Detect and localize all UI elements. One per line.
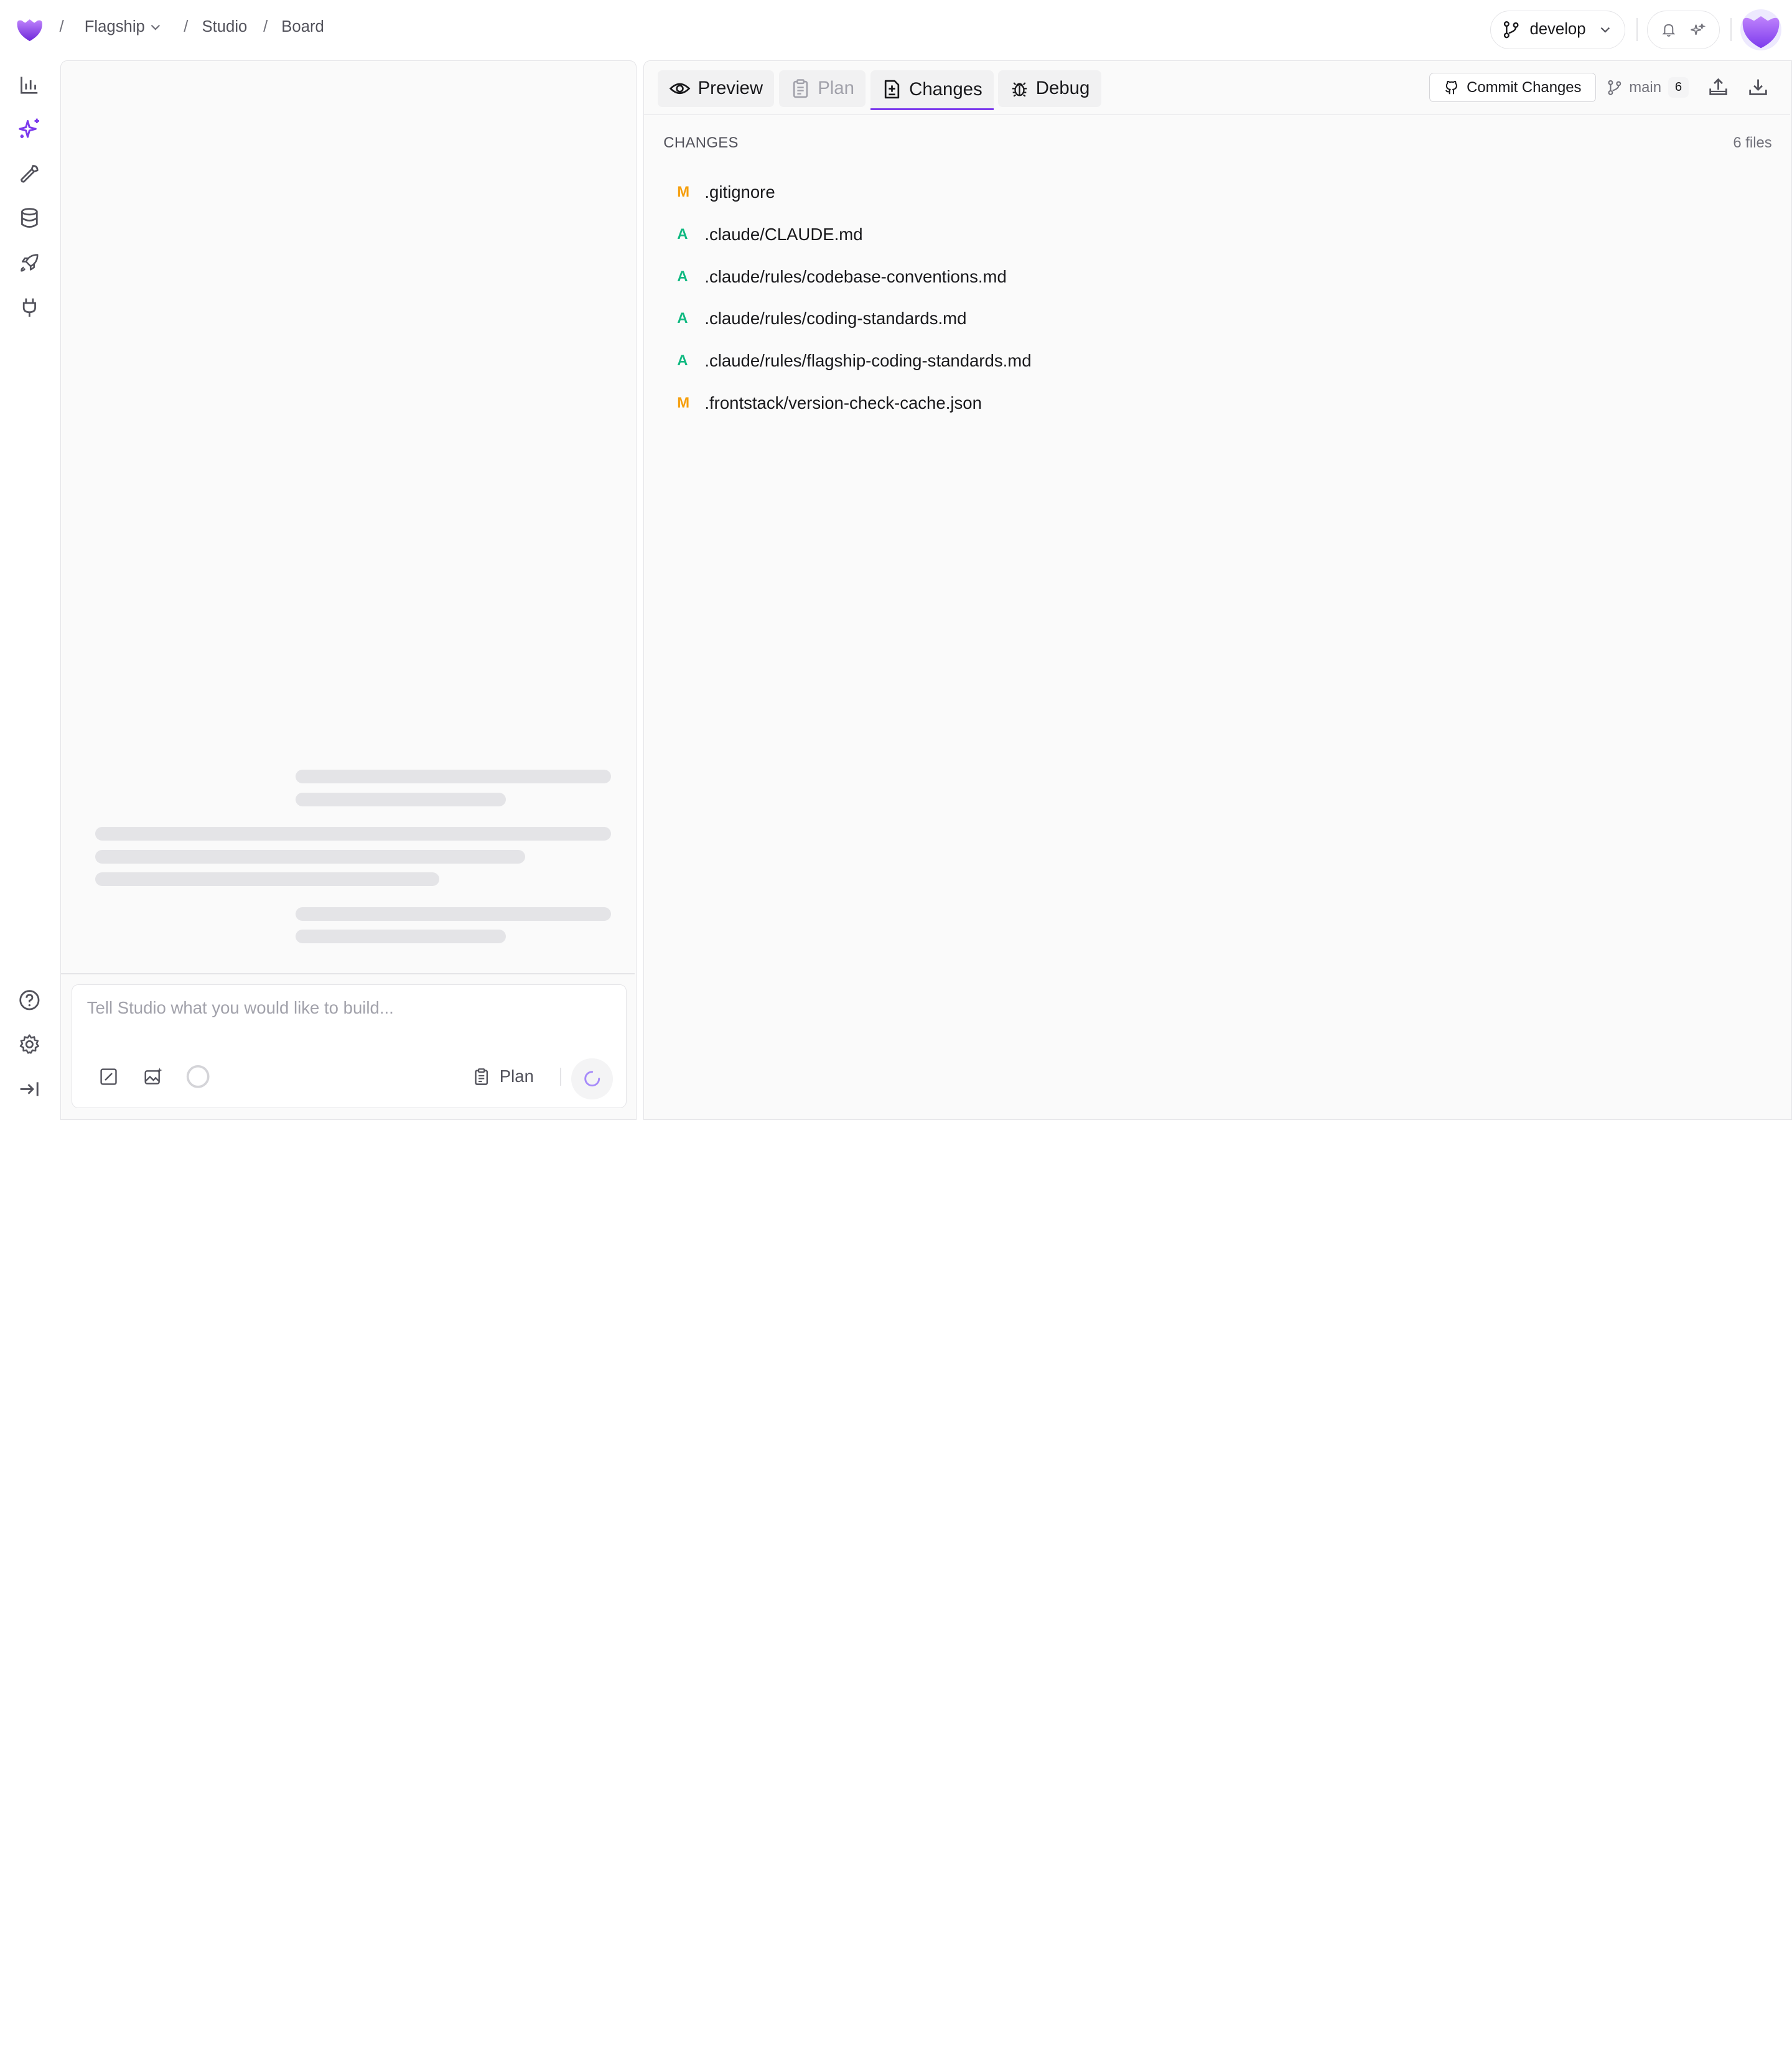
plan-mode-label: Plan [499, 1066, 534, 1086]
file-row[interactable]: M .frontstack/version-check-cache.json [663, 382, 1031, 424]
divider [61, 973, 635, 974]
loading-skeleton [295, 770, 611, 784]
tab-plan-label: Plan [818, 78, 854, 99]
loading-skeleton [295, 930, 506, 944]
breadcrumb: / Flagship / Studio / Board [60, 18, 340, 36]
file-path: .claude/rules/codebase-conventions.md [704, 266, 1007, 286]
divider [560, 1067, 561, 1086]
commit-count-badge: 6 [1668, 77, 1689, 98]
branch-status[interactable]: main 6 [1607, 77, 1689, 98]
changes-count: 6 files [1733, 134, 1772, 151]
github-icon [1445, 80, 1458, 95]
loading-spinner-icon [584, 1071, 600, 1087]
file-path: .claude/rules/coding-standards.md [704, 309, 967, 329]
breadcrumb-project[interactable]: Flagship [85, 18, 164, 36]
branch-selector[interactable]: develop [1490, 10, 1625, 49]
loading-skeleton [95, 872, 440, 887]
rocket-icon[interactable] [16, 249, 44, 276]
file-path: .claude/rules/flagship-coding-standards.… [704, 351, 1032, 371]
database-icon[interactable] [16, 205, 44, 232]
breadcrumb-separator: / [263, 18, 268, 36]
breadcrumb-studio[interactable]: Studio [202, 18, 247, 36]
upload-icon[interactable] [1706, 75, 1730, 100]
bell-icon[interactable] [1661, 22, 1677, 38]
git-branch-icon [1608, 80, 1621, 95]
send-button[interactable] [571, 1058, 613, 1100]
tab-preview-label: Preview [698, 78, 763, 99]
sparkle-icon[interactable] [1690, 22, 1706, 38]
git-branch-icon [1504, 21, 1519, 39]
wrench-icon[interactable] [16, 160, 44, 187]
plug-icon[interactable] [16, 294, 44, 321]
clipboard-icon [793, 79, 808, 98]
file-path: .claude/CLAUDE.md [704, 224, 863, 244]
changes-heading: CHANGES [663, 134, 739, 151]
avatar[interactable] [1740, 9, 1782, 50]
chat-input[interactable] [86, 996, 613, 1020]
app-logo[interactable] [14, 14, 45, 45]
status-added-badge: A [677, 225, 688, 243]
status-added-badge: A [677, 268, 688, 285]
file-path: .gitignore [704, 182, 775, 202]
tab-changes-label: Changes [909, 78, 982, 100]
changed-files-list: M .gitignore A .claude/CLAUDE.md A .clau… [663, 171, 1031, 425]
file-row[interactable]: M .gitignore [663, 171, 1031, 213]
plan-mode-button[interactable]: Plan [472, 1063, 534, 1090]
gear-icon[interactable] [16, 1031, 44, 1058]
status-added-badge: A [677, 352, 688, 370]
chat-panel: Plan [60, 60, 637, 1120]
changes-panel: Preview Plan Changes Debug Commit Change… [643, 60, 1792, 1120]
tab-preview[interactable]: Preview [658, 70, 775, 107]
image-sparkle-icon[interactable] [139, 1063, 167, 1090]
left-rail [0, 60, 60, 1120]
download-icon[interactable] [1746, 75, 1771, 100]
tab-debug-label: Debug [1035, 78, 1090, 99]
chevron-down-icon [1600, 27, 1610, 33]
status-modified-badge: M [677, 183, 690, 200]
help-icon[interactable] [16, 986, 44, 1014]
tab-debug[interactable]: Debug [998, 70, 1101, 107]
status-added-badge: A [677, 310, 688, 327]
tab-changes[interactable]: Changes [870, 70, 994, 111]
file-row[interactable]: A .claude/rules/codebase-conventions.md [663, 256, 1031, 298]
divider [1636, 18, 1638, 42]
chat-composer: Plan [71, 984, 627, 1108]
file-row[interactable]: A .claude/rules/coding-standards.md [663, 298, 1031, 340]
tab-plan[interactable]: Plan [778, 70, 866, 107]
analytics-icon[interactable] [16, 71, 44, 98]
spinner-icon [184, 1063, 212, 1090]
eye-icon [670, 83, 691, 95]
sparkles-icon[interactable] [16, 115, 44, 142]
chevron-down-icon [151, 24, 160, 30]
divider [1730, 18, 1732, 42]
app-window: / Flagship / Studio / Board develop Tell… [0, 0, 1792, 1120]
header-actions [1646, 10, 1720, 49]
clipboard-icon [475, 1068, 488, 1085]
file-row[interactable]: A .claude/rules/flagship-coding-standard… [663, 340, 1031, 382]
breadcrumb-project-label: Flagship [84, 18, 145, 36]
file-row[interactable]: A .claude/CLAUDE.md [663, 213, 1031, 256]
loading-skeleton [295, 907, 611, 921]
bug-icon [1012, 82, 1027, 97]
breadcrumb-board: Board [281, 18, 324, 36]
loading-skeleton [295, 792, 506, 806]
loading-skeleton [95, 826, 611, 841]
commit-changes-button[interactable]: Commit Changes [1429, 72, 1597, 103]
commit-changes-label: Commit Changes [1467, 78, 1582, 96]
edit-icon[interactable] [95, 1063, 123, 1090]
file-diff-icon [884, 80, 900, 99]
collapse-sidebar-icon[interactable] [16, 1075, 44, 1103]
base-branch-name: main [1629, 78, 1661, 96]
loading-skeleton [95, 849, 526, 864]
breadcrumb-separator: / [59, 18, 64, 36]
status-modified-badge: M [677, 394, 690, 412]
branch-name: develop [1529, 21, 1586, 39]
panel-tabs: Preview Plan Changes Debug Commit Change… [644, 61, 1791, 115]
top-bar: / Flagship / Studio / Board develop [0, 0, 1792, 60]
breadcrumb-separator: / [184, 18, 189, 36]
file-path: .frontstack/version-check-cache.json [704, 393, 982, 413]
